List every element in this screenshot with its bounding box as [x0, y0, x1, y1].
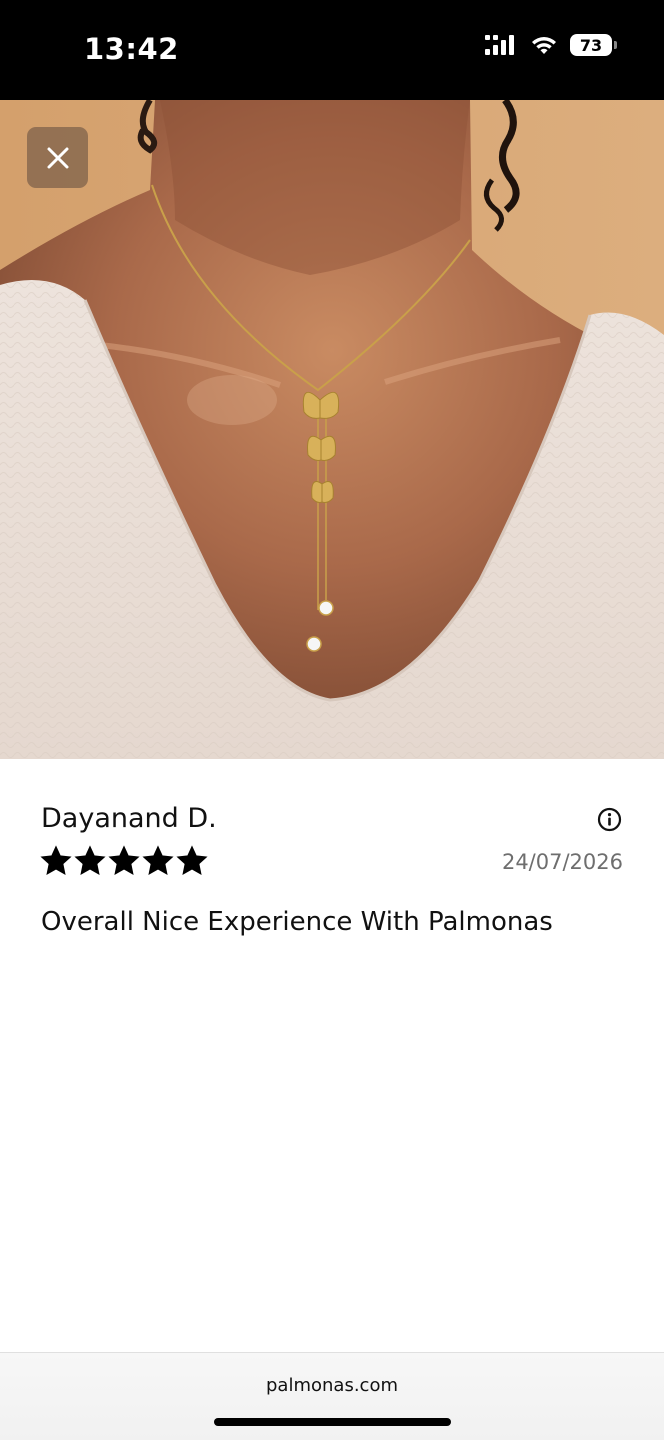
star-icon: [40, 845, 72, 875]
star-icon: [108, 845, 140, 875]
review-date: 24/07/2026: [501, 850, 623, 874]
star-rating: [40, 845, 208, 877]
info-icon[interactable]: [597, 807, 622, 832]
signal-icon: [485, 35, 514, 55]
star-icon: [176, 845, 208, 875]
browser-url-bar[interactable]: palmonas.com: [0, 1352, 664, 1440]
status-icons: 73: [484, 34, 617, 56]
url-text[interactable]: palmonas.com: [0, 1375, 664, 1396]
battery-icon: 73: [570, 34, 617, 56]
review-card: Dayanand D. 24/07/2026 Overall Nice Expe…: [0, 759, 664, 1352]
review-viewer-screen: 13:42 73 Dayanand D. 24/07/2026 Overall …: [0, 0, 664, 1440]
star-icon: [142, 845, 174, 875]
status-bar: 13:42 73: [0, 0, 664, 100]
close-icon: [47, 147, 68, 168]
reviewer-name: Dayanand D.: [41, 803, 217, 834]
home-indicator[interactable]: [214, 1418, 451, 1426]
star-icon: [74, 845, 106, 875]
review-text: Overall Nice Experience With Palmonas: [41, 907, 553, 937]
close-button[interactable]: [27, 127, 88, 188]
necklace-photo: [0, 100, 664, 759]
review-photo: [0, 100, 664, 759]
wifi-icon: [532, 37, 556, 54]
status-time: 13:42: [84, 32, 179, 66]
battery-level: 73: [579, 35, 603, 55]
